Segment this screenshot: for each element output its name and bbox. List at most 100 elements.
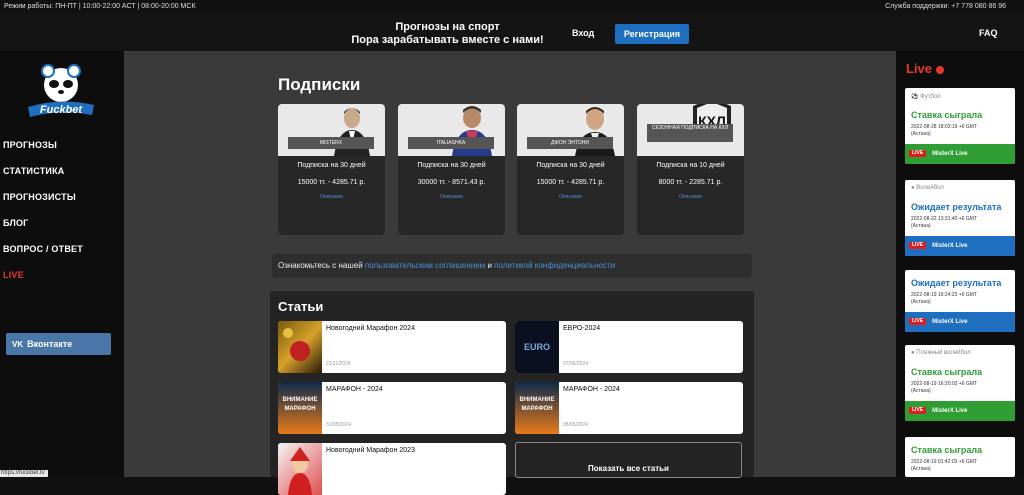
subscription-image: КХЛ СЕЗОННАЯ ПОДПИСКА НА КХЛ [637,104,744,156]
article-card[interactable]: Новогодний Марафон 2024 22/11/2024 [278,321,506,373]
event-live-bar: LIVEMisterX Live [905,236,1015,256]
left-sidebar: Fuckbet ПРОГНОЗЫ СТАТИСТИКА ПРОГНОЗИСТЫ … [0,51,124,477]
nav-item-live[interactable]: LIVE [3,269,83,295]
article-thumbnail: EURO [515,321,559,373]
faq-link[interactable]: FAQ [979,28,998,38]
promo-text: Прогнозы на спорт Пора зарабатывать вмес… [340,21,555,47]
subscription-name: Подписка на 30 дней [398,162,505,169]
show-all-articles-button[interactable]: Показать все статьи [515,442,742,478]
tipster-tag: ДЖОН ЭНТОНИ [527,137,613,149]
article-thumbnail: ВНИМАНИЕ МАРАФОН [278,382,322,434]
working-hours: Режим работы: ПН-ПТ | 10:00-22:00 АСТ | … [4,0,196,13]
subscription-image: ITALIASHKA [398,104,505,156]
agreement-notice: Ознакомьтесь с нашей пользовательским со… [272,254,752,278]
article-date: 31/05/2024 [326,422,351,428]
event-sport: ⚽ Футбол [911,93,941,100]
event-status: Ставка сыграла [911,367,982,377]
user-agreement-link[interactable]: пользовательским соглашением [365,261,485,270]
agreement-prefix: Ознакомьтесь с нашей [278,261,363,270]
event-datetime: 2022-08-19 01:42:03 +6 GMT(Астана) [911,459,977,473]
promo-line-2: Пора зарабатывать вместе с нами! [340,34,555,47]
nav-item-forecasts[interactable]: ПРОГНОЗЫ [3,139,83,165]
live-title: Live [906,61,944,76]
top-info-bar: Режим работы: ПН-ПТ | 10:00-22:00 АСТ | … [0,0,1024,13]
nav-item-blog[interactable]: БЛОГ [3,217,83,243]
event-status: Ставка сыграла [911,110,982,120]
tipster-tag: СЕЗОННАЯ ПОДПИСКА НА КХЛ [647,124,733,142]
article-date: 07/06/2024 [563,361,588,367]
event-team: MisterX Live [932,319,967,325]
vk-label: Вконтакте [27,339,72,349]
event-datetime: 2022-08-22 13:31:40 +6 GMT(Астана) [911,216,977,230]
subscription-price: 15000 тг. - 4285.71 р. [278,179,385,186]
tipster-tag: MISTERX [288,137,374,149]
live-event-card[interactable]: ● Пляжный волейбол Ставка сыграла 2022-0… [905,345,1015,421]
event-sport: ● Пляжный волейбол [911,350,971,356]
live-dot-icon [936,66,944,74]
privacy-policy-link[interactable]: политикой конфиденциальности [494,261,615,270]
article-title: МАРАФОН - 2024 [326,386,383,393]
live-event-card[interactable]: ⚽ Футбол Ставка сыграла 2022-08-28 18:03… [905,88,1015,164]
subscription-name: Подписка на 10 дней [637,162,744,169]
site-logo[interactable]: Fuckbet [26,61,96,121]
article-card[interactable]: Новогодний Марафон 2023 [278,443,506,495]
nav-item-tipsters[interactable]: ПРОГНОЗИСТЫ [3,191,83,217]
main-content: Подписки MISTERX Подписка на 30 дней 150… [124,51,896,477]
article-title: Новогодний Марафон 2023 [326,447,415,454]
event-team: MisterX Live [932,408,967,414]
nav-item-statistics[interactable]: СТАТИСТИКА [3,165,83,191]
header: Прогнозы на спорт Пора зарабатывать вмес… [0,13,1024,51]
vk-icon: VK [12,340,23,349]
live-event-card[interactable]: Ставка сыграла 2022-08-19 01:42:03 +6 GM… [905,437,1015,477]
subscription-price: 30000 тг. - 8571.43 р. [398,179,505,186]
event-team: MisterX Live [932,243,967,249]
santa-icon [278,443,322,495]
event-datetime: 2022-08-19 16:24:23 +6 GMT(Астана) [911,292,977,306]
event-live-bar: LIVE MisterX Live [905,312,1015,332]
subscription-card[interactable]: MISTERX Подписка на 30 дней 15000 тг. - … [278,104,385,235]
main-nav: ПРОГНОЗЫ СТАТИСТИКА ПРОГНОЗИСТЫ БЛОГ ВОП… [3,139,83,295]
article-card[interactable]: ВНИМАНИЕ МАРАФОН МАРАФОН - 2024 08/05/20… [515,382,743,434]
logo-text: Fuckbet [40,104,84,116]
article-thumbnail: ВНИМАНИЕ МАРАФОН [515,382,559,434]
register-button[interactable]: Регистрация [615,24,689,44]
articles-title: Статьи [278,299,323,314]
ornament-icon [278,321,322,373]
article-title: ЕВРО-2024 [563,325,600,332]
subscription-description-link[interactable]: Описание [517,194,624,200]
subscription-card[interactable]: ДЖОН ЭНТОНИ Подписка на 30 дней 15000 тг… [517,104,624,235]
live-badge: LIVE [909,150,926,157]
event-status: Ставка сыграла [911,445,982,455]
live-event-card[interactable]: ● Волейбол Ожидает результата 2022-08-22… [905,180,1015,256]
event-status: Ожидает результата [911,278,1001,288]
event-sport: ● Волейбол [911,185,944,191]
nav-item-faq[interactable]: ВОПРОС / ОТВЕТ [3,243,83,269]
article-date: 08/05/2024 [563,422,588,428]
subscription-image: ДЖОН ЭНТОНИ [517,104,624,156]
subscription-image: MISTERX [278,104,385,156]
live-panel: Live ⚽ Футбол Ставка сыграла 2022-08-28 … [896,51,1024,477]
articles-section: Статьи Новогодний Марафон 2024 22/11/202… [270,291,754,477]
login-link[interactable]: Вход [572,28,594,38]
live-badge: LIVE [909,318,926,325]
article-thumbnail [278,321,322,373]
vk-button[interactable]: VK Вконтакте [6,333,111,355]
article-title: Новогодний Марафон 2024 [326,325,415,332]
subscription-description-link[interactable]: Описание [637,194,744,200]
subscription-description-link[interactable]: Описание [278,194,385,200]
event-live-bar: LIVEMisterX Live [905,144,1015,164]
subscription-description-link[interactable]: Описание [398,194,505,200]
subscription-name: Подписка на 30 дней [278,162,385,169]
support-phone[interactable]: Служба поддержки: +7 778 080 86 96 [885,0,1006,13]
article-card[interactable]: ВНИМАНИЕ МАРАФОН МАРАФОН - 2024 31/05/20… [278,382,506,434]
panda-logo-icon: Fuckbet [26,61,96,121]
event-datetime: 2022-08-19 16:20:03 +6 GMT(Астана) [911,381,977,395]
live-badge: LIVE [909,407,926,414]
subscription-card[interactable]: ITALIASHKA Подписка на 30 дней 30000 тг.… [398,104,505,235]
article-date: 22/11/2024 [326,361,351,367]
event-status: Ожидает результата [911,202,1001,212]
status-bar-url: https://fuckbet.tv [0,470,48,477]
subscription-card[interactable]: КХЛ СЕЗОННАЯ ПОДПИСКА НА КХЛ Подписка на… [637,104,744,235]
article-card[interactable]: EURO ЕВРО-2024 07/06/2024 [515,321,743,373]
live-event-card[interactable]: Ожидает результата 2022-08-19 16:24:23 +… [905,270,1015,332]
